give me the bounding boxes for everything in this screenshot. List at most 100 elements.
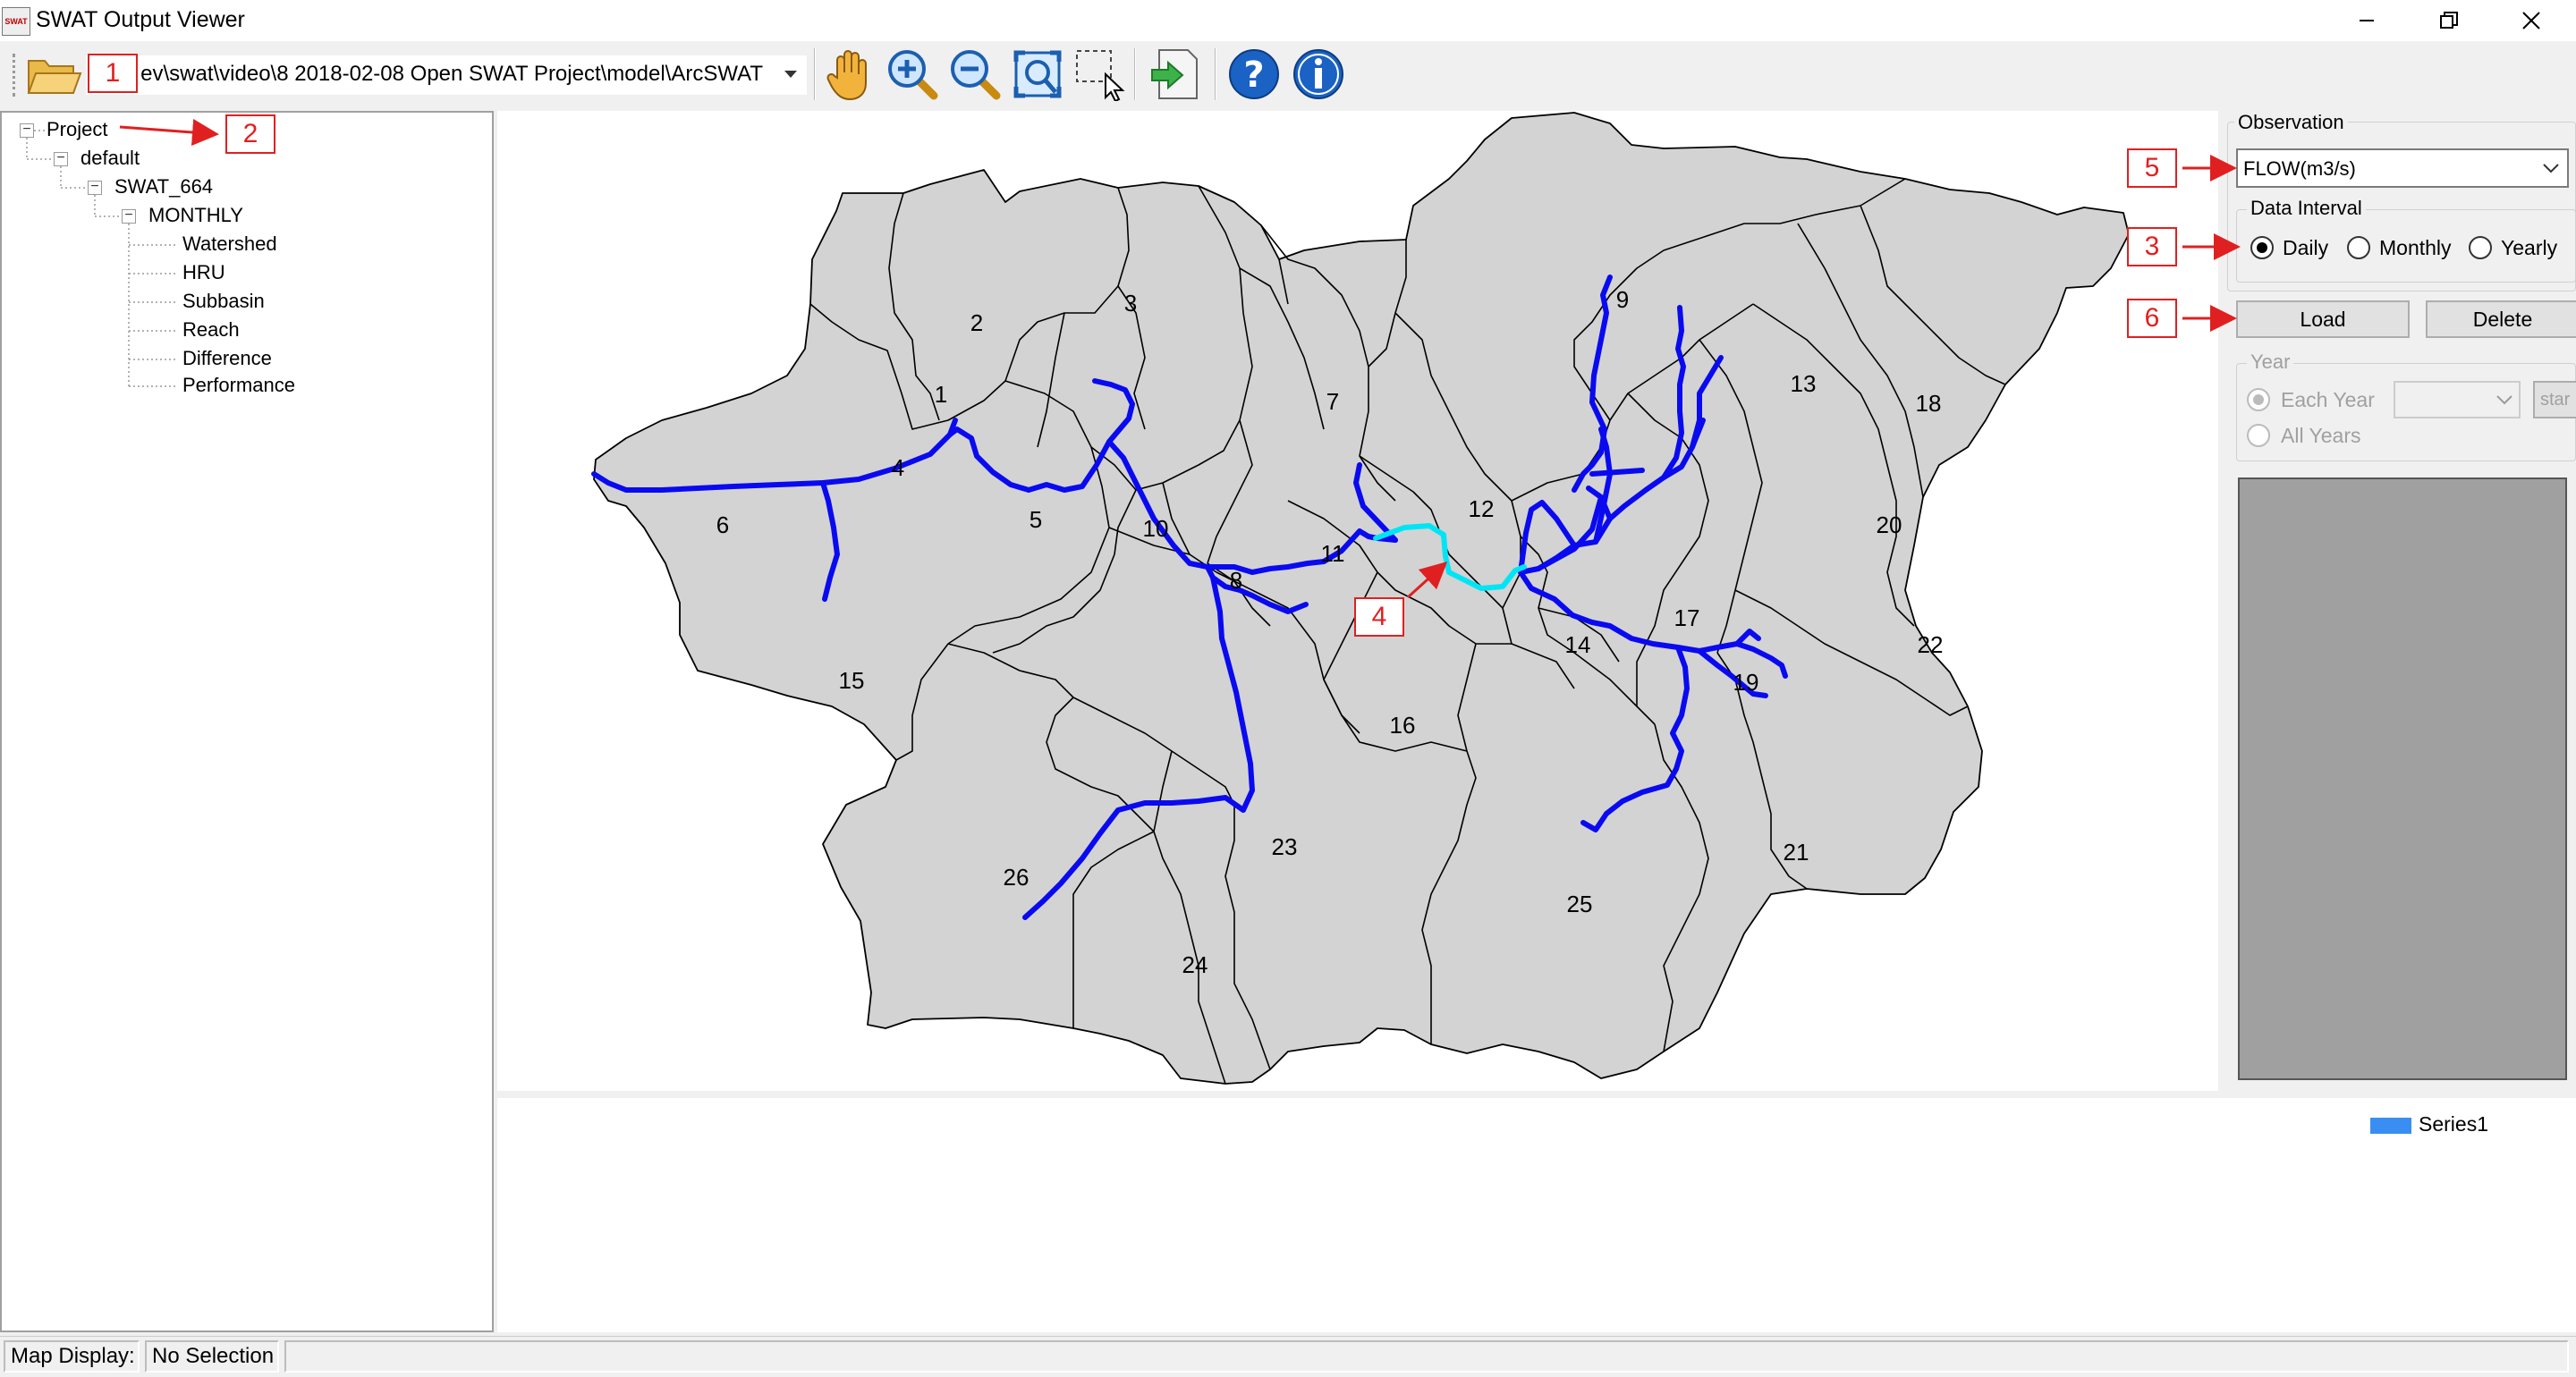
subbasin-label: 6 <box>716 511 729 538</box>
callout-5: 5 <box>2127 148 2177 188</box>
app-icon: SWAT <box>2 7 30 36</box>
tree-node-swat-project[interactable]: SWAT_664 <box>114 175 213 199</box>
subbasin-label: 23 <box>1272 833 1298 860</box>
title-bar: SWAT SWAT Output Viewer <box>0 0 2576 41</box>
radio-yearly-label[interactable]: Yearly <box>2501 236 2557 260</box>
collapse-icon[interactable]: − <box>54 151 68 166</box>
start-button[interactable]: star <box>2533 381 2576 418</box>
subbasin-label: 14 <box>1565 631 1591 658</box>
tree-node-subbasin[interactable]: Subbasin <box>182 290 265 313</box>
subbasin-label: 8 <box>1230 567 1242 594</box>
subbasin-label: 19 <box>1733 669 1759 696</box>
radio-daily-label[interactable]: Daily <box>2283 236 2328 260</box>
subbasin-label: 5 <box>1030 506 1042 533</box>
collapse-icon[interactable]: − <box>20 122 34 138</box>
callout-4: 4 <box>1354 597 1404 637</box>
info-icon <box>1293 49 1343 99</box>
chevron-down-icon <box>2496 395 2512 405</box>
radio-all-years[interactable] <box>2247 424 2270 447</box>
callout-6: 6 <box>2127 299 2177 338</box>
toolbar-separator <box>814 48 816 100</box>
subbasin-label: 1 <box>935 381 947 408</box>
select-icon <box>1076 50 1125 101</box>
zoom-out-icon <box>951 50 1001 100</box>
tree-node-project[interactable]: Project <box>47 118 107 141</box>
observation-title: Observation <box>2234 111 2348 134</box>
reach <box>1589 468 1645 477</box>
tree-node-difference[interactable]: Difference <box>182 347 272 370</box>
radio-daily[interactable] <box>2250 236 2274 259</box>
horizontal-splitter[interactable] <box>497 1091 2576 1098</box>
export-icon <box>1151 49 1198 99</box>
window-title: SWAT Output Viewer <box>36 7 245 32</box>
tree-node-scenario[interactable]: default <box>80 147 140 170</box>
info-button[interactable] <box>1290 45 1347 104</box>
restore-icon <box>2440 12 2458 29</box>
export-button[interactable] <box>1147 45 1204 104</box>
tree-node-reach[interactable]: Reach <box>182 318 240 342</box>
subbasin-label: 2 <box>970 309 983 336</box>
subbasin-label: 25 <box>1567 891 1593 917</box>
radio-monthly-label[interactable]: Monthly <box>2379 236 2452 260</box>
tree-node-performance[interactable]: Performance <box>182 374 295 397</box>
callout-1: 1 <box>88 54 138 93</box>
open-folder-icon <box>27 60 82 94</box>
project-tree[interactable]: − Project − default − SWAT_664 − MONTHLY… <box>0 111 494 1332</box>
year-title: Year <box>2247 351 2294 374</box>
subbasin-label: 13 <box>1791 370 1817 397</box>
toolbar-separator <box>1134 48 1136 100</box>
restore-button[interactable] <box>2408 0 2490 41</box>
select-tool-button[interactable] <box>1072 45 1129 104</box>
observation-select[interactable]: FLOW(m3/s) <box>2236 148 2569 188</box>
tree-node-monthly[interactable]: MONTHLY <box>148 204 243 227</box>
collapse-icon[interactable]: − <box>88 180 102 195</box>
subbasin-label: 4 <box>892 454 904 481</box>
chart-area[interactable] <box>497 1098 2576 1332</box>
subbasin-label: 15 <box>839 667 865 694</box>
observation-value: FLOW(m3/s) <box>2243 157 2356 180</box>
subbasin-label: 9 <box>1616 286 1629 313</box>
subbasin-label: 10 <box>1143 515 1169 542</box>
zoom-in-icon <box>888 50 938 100</box>
close-button[interactable] <box>2490 0 2572 41</box>
help-button[interactable]: ? <box>1225 45 1283 104</box>
zoom-out-button[interactable] <box>946 45 1004 104</box>
zoom-in-button[interactable] <box>884 45 941 104</box>
minimize-button[interactable] <box>2326 0 2408 41</box>
subbasin-label: 12 <box>1469 495 1495 522</box>
pan-hand-icon <box>826 50 867 101</box>
legend-swatch <box>2370 1118 2411 1134</box>
subbasin-label: 24 <box>1182 951 1208 978</box>
radio-each-year[interactable] <box>2247 388 2270 411</box>
subbasin-label: 18 <box>1916 390 1942 417</box>
chevron-down-icon[interactable] <box>784 71 797 78</box>
preview-box <box>2238 477 2567 1080</box>
delete-button[interactable]: Delete <box>2426 300 2576 338</box>
toolbar-grip[interactable] <box>13 54 16 97</box>
legend-series-label: Series1 <box>2419 1112 2488 1136</box>
status-map-display: Map Display: <box>4 1340 140 1373</box>
pan-tool-button[interactable] <box>821 45 878 104</box>
collapse-icon[interactable]: − <box>122 208 136 224</box>
callout-3: 3 <box>2127 227 2177 266</box>
project-path-text: ev\swat\video\8 2018-02-08 Open SWAT Pro… <box>140 62 763 86</box>
open-project-button[interactable] <box>25 52 82 98</box>
tree-node-watershed[interactable]: Watershed <box>182 232 277 256</box>
status-selection: No Selection <box>145 1340 279 1373</box>
load-button[interactable]: Load <box>2236 300 2410 338</box>
radio-yearly[interactable] <box>2469 236 2492 259</box>
year-select[interactable] <box>2394 381 2521 418</box>
subbasin-label: 26 <box>1004 864 1030 891</box>
radio-monthly[interactable] <box>2347 236 2370 259</box>
help-icon: ? <box>1229 49 1279 99</box>
radio-all-years-label[interactable]: All Years <box>2281 424 2361 448</box>
full-extent-button[interactable] <box>1009 45 1066 104</box>
subbasin-label: 22 <box>1918 631 1944 658</box>
subbasin-label: 17 <box>1674 604 1700 631</box>
tree-node-hru[interactable]: HRU <box>182 261 225 284</box>
radio-each-year-label[interactable]: Each Year <box>2281 388 2375 412</box>
subbasin-label: 3 <box>1124 290 1137 317</box>
minimize-icon <box>2360 20 2374 21</box>
toolbar-separator <box>1215 48 1216 100</box>
project-path-combo[interactable]: ev\swat\video\8 2018-02-08 Open SWAT Pro… <box>86 55 807 95</box>
